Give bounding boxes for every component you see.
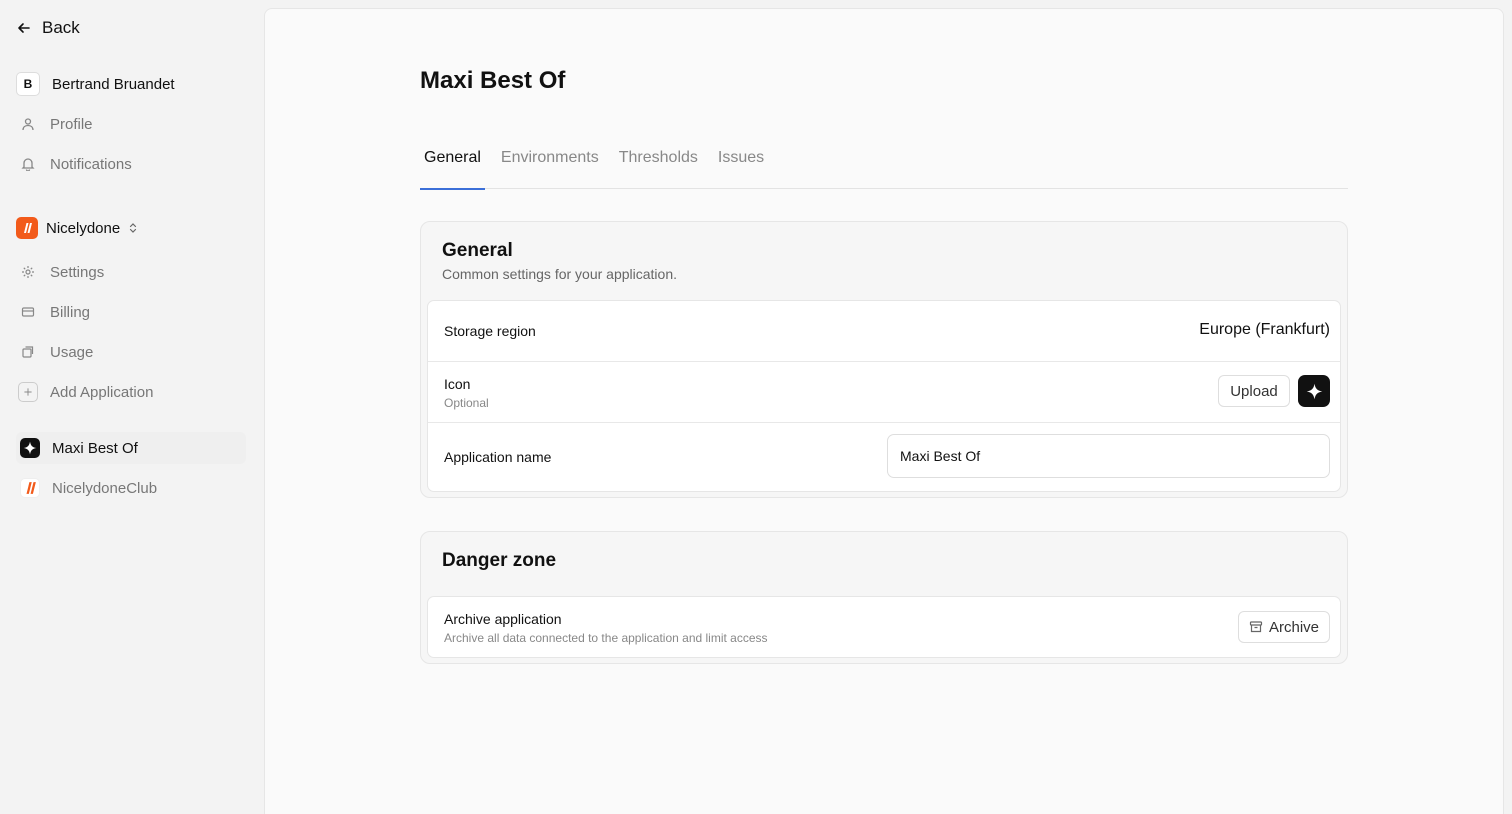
user-name: Bertrand Bruandet [52, 75, 175, 93]
sparkle-icon [20, 438, 40, 458]
sidebar-item-usage[interactable]: Usage [16, 338, 246, 366]
sidebar-item-maxi-best-of[interactable]: Maxi Best Of [16, 432, 246, 464]
sidebar-item-label: NicelydoneClub [52, 479, 158, 497]
tab-issues[interactable]: Issues [714, 147, 768, 189]
avatar: B [16, 72, 40, 96]
sidebar-item-label: Notifications [50, 155, 132, 173]
icon-hint: Optional [444, 396, 489, 410]
archive-button[interactable]: Archive [1238, 611, 1330, 643]
archive-hint: Archive all data connected to the applic… [444, 631, 768, 645]
gear-icon [16, 260, 40, 284]
user-icon [16, 112, 40, 136]
usage-icon [16, 340, 40, 364]
user-row[interactable]: B Bertrand Bruandet [16, 70, 246, 98]
tab-environments[interactable]: Environments [497, 147, 603, 189]
sidebar-item-label: Settings [50, 263, 105, 281]
archive-icon [1249, 621, 1263, 633]
sidebar-item-label: Maxi Best Of [52, 439, 138, 457]
back-label: Back [42, 18, 80, 37]
arrow-left-icon [18, 23, 30, 33]
tab-thresholds[interactable]: Thresholds [615, 147, 702, 189]
plus-icon [18, 382, 38, 402]
archive-row: Archive application Archive all data con… [428, 597, 1340, 657]
general-card-title: General [442, 240, 513, 261]
danger-zone-card: Danger zone Archive application Archive … [420, 531, 1348, 664]
sidebar-item-billing[interactable]: Billing [16, 298, 246, 326]
back-button[interactable]: Back [16, 16, 80, 40]
icon-label: Icon [444, 376, 471, 392]
sidebar-item-add-application[interactable]: Add Application [16, 378, 246, 406]
app-icon-preview[interactable] [1298, 375, 1330, 407]
tab-general[interactable]: General [420, 147, 485, 190]
chevron-updown-icon [130, 223, 137, 233]
card-icon [16, 300, 40, 324]
upload-button[interactable]: Upload [1218, 375, 1290, 407]
sidebar-item-notifications[interactable]: Notifications [16, 150, 246, 178]
sidebar-item-settings[interactable]: Settings [16, 258, 246, 286]
application-name-input[interactable] [887, 434, 1330, 478]
sidebar-item-nicelydoneclub[interactable]: NicelydoneClub [16, 474, 246, 502]
application-name-row: Application name [428, 423, 1340, 491]
org-switcher[interactable]: Nicelydone [16, 214, 246, 242]
general-settings-list: Storage region Europe (Frankfurt) Icon O… [427, 300, 1341, 492]
sidebar-item-label: Profile [50, 115, 93, 133]
icon-row: Icon Optional Upload [428, 362, 1340, 423]
storage-region-label: Storage region [444, 323, 536, 339]
sidebar-item-label: Billing [50, 303, 91, 321]
general-card: General Common settings for your applica… [420, 221, 1348, 498]
archive-button-label: Archive [1268, 618, 1320, 636]
storage-region-value: Europe (Frankfurt) [1199, 321, 1330, 338]
sidebar-item-label: Add Application [50, 383, 154, 401]
nicelydone-logo-icon [20, 478, 40, 498]
general-card-subtitle: Common settings for your application. [442, 266, 677, 282]
sidebar-item-profile[interactable]: Profile [16, 110, 246, 138]
archive-label: Archive application [444, 611, 562, 627]
org-name: Nicelydone [46, 219, 121, 237]
application-name-label: Application name [444, 449, 552, 465]
storage-region-row: Storage region Europe (Frankfurt) [428, 301, 1340, 362]
nicelydone-logo-icon [16, 217, 38, 239]
tab-bar: General Environments Thresholds Issues [420, 147, 1348, 190]
sidebar-item-label: Usage [50, 343, 94, 361]
bell-icon [16, 152, 40, 176]
danger-zone-list: Archive application Archive all data con… [427, 596, 1341, 658]
main-panel: Maxi Best Of General Environments Thresh… [264, 8, 1504, 814]
page-title: Maxi Best Of [420, 67, 566, 94]
sparkle-icon [1306, 383, 1322, 399]
danger-zone-title: Danger zone [442, 550, 557, 571]
sidebar: Back B Bertrand Bruandet Profile Notific… [0, 0, 256, 814]
